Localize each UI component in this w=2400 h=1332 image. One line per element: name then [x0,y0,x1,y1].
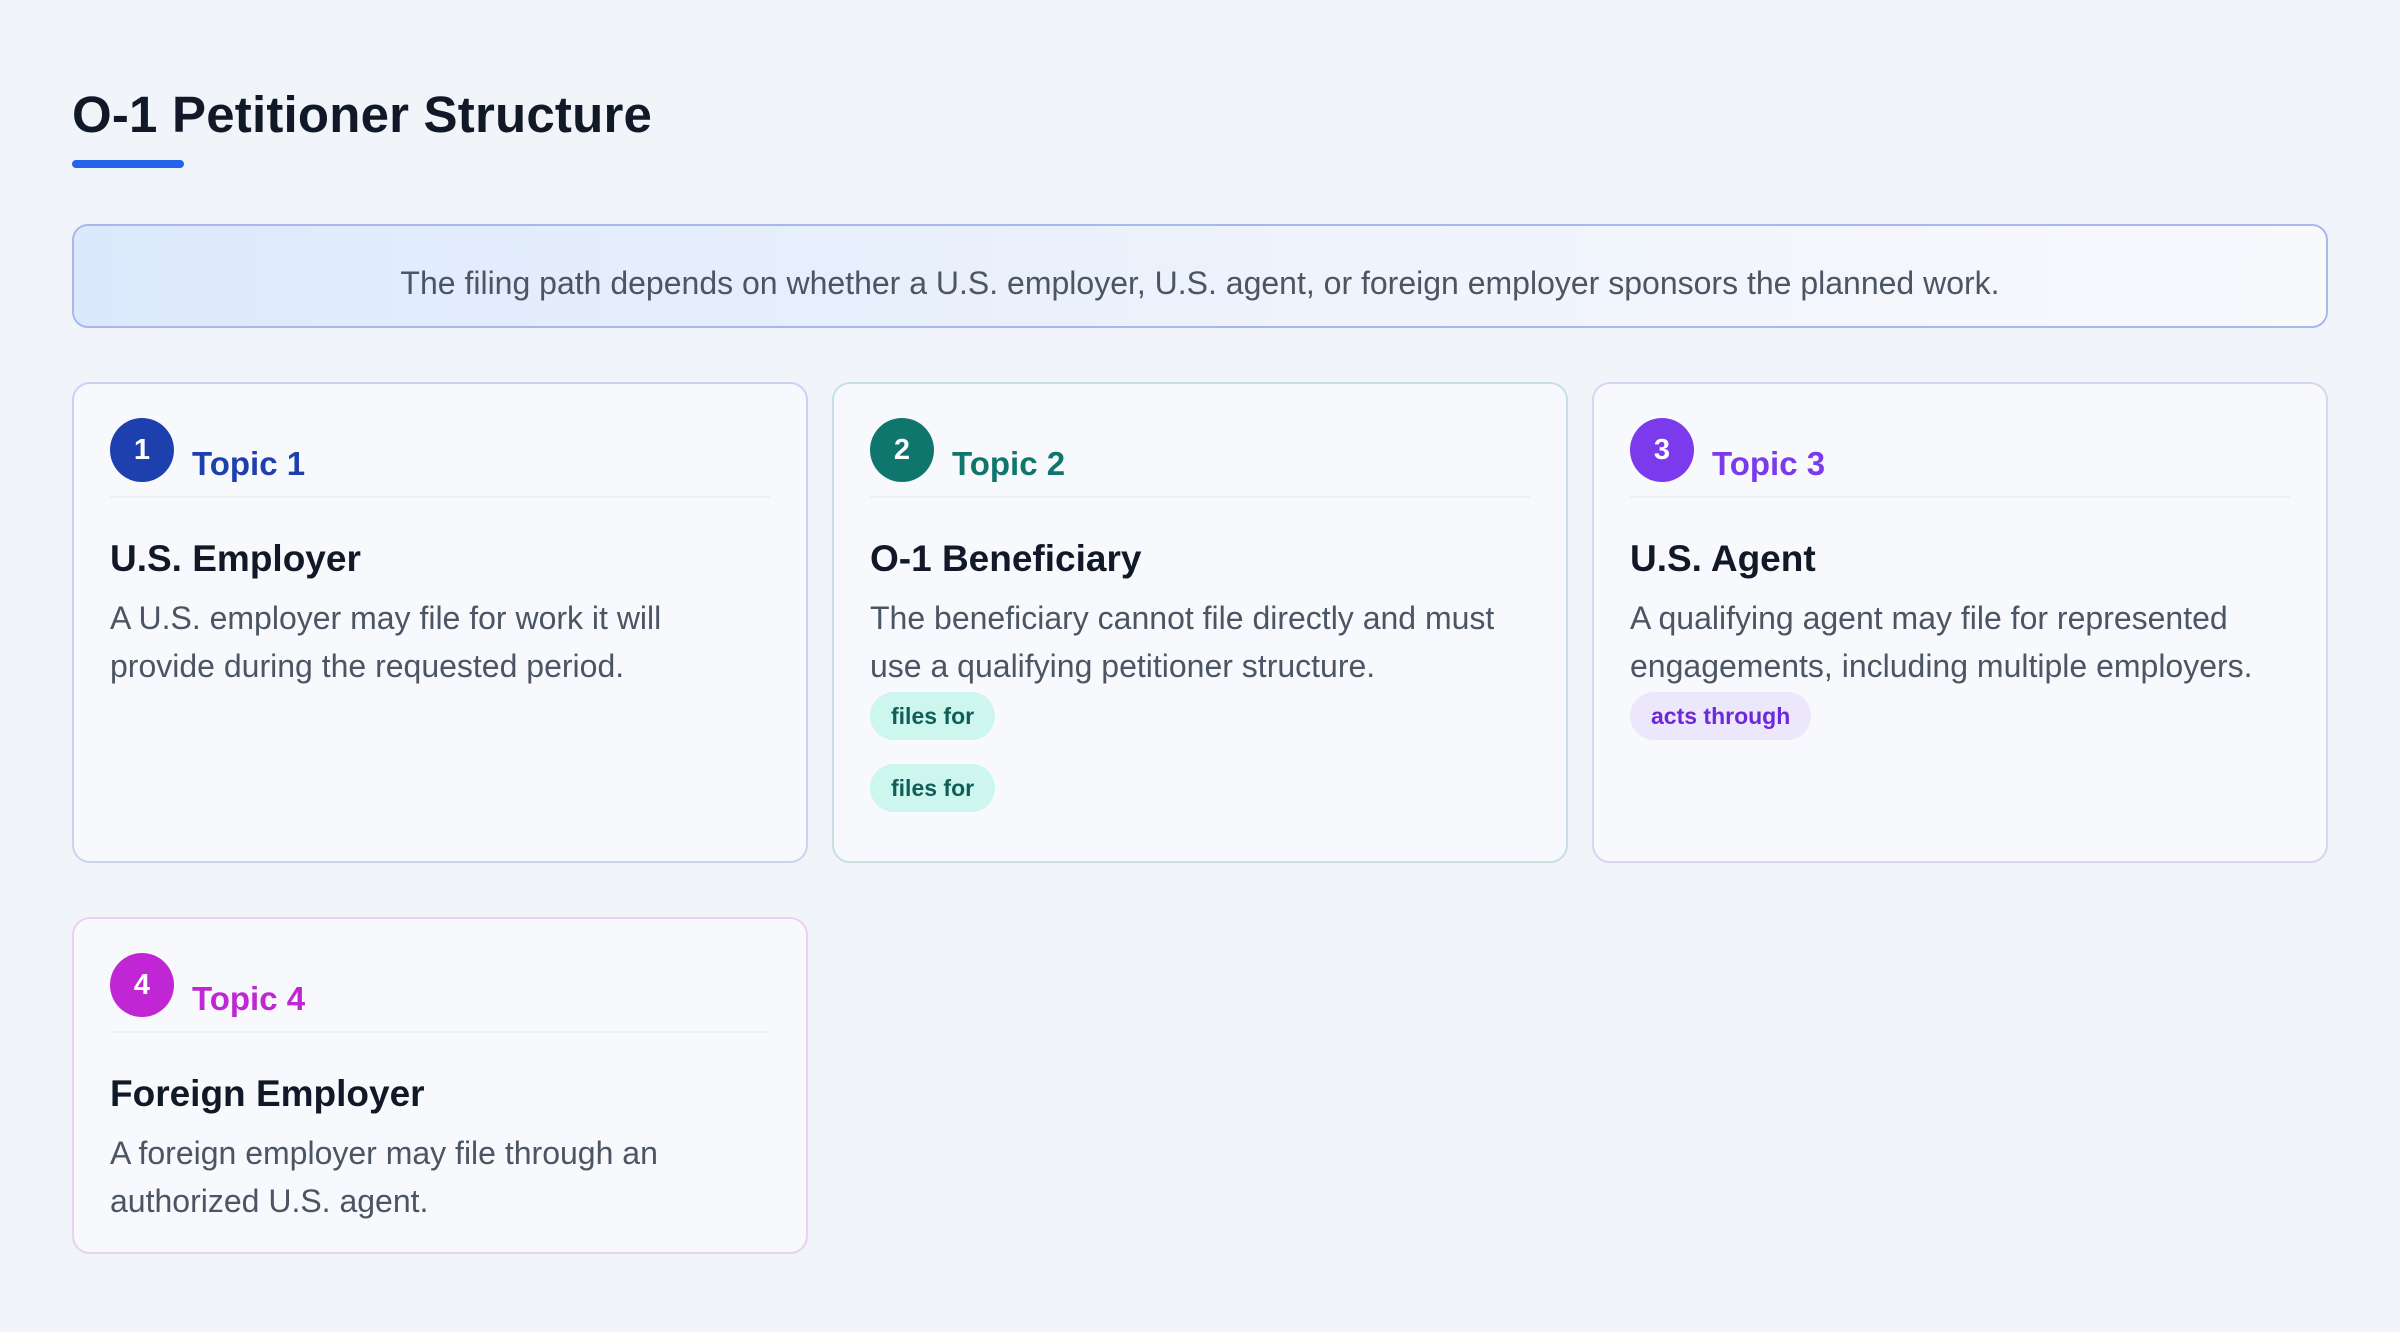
card-header: 1 Topic 1 [110,418,770,498]
topic-grid: 1 Topic 1 U.S. Employer A U.S. employer … [72,382,2328,1254]
card-title: O-1 Beneficiary [870,538,1142,579]
title-underline [72,160,184,168]
topic-label: Topic 2 [952,445,1066,482]
intro-text: The filing path depends on whether a U.S… [400,264,2000,301]
topic-label: Topic 3 [1712,445,1826,482]
topic-number-badge: 4 [110,953,174,1017]
card-description: A foreign employer may file through an a… [110,1135,658,1219]
card-header: 3 Topic 3 [1630,418,2290,498]
topic-label: Topic 4 [192,980,306,1017]
relation-chips: files for files for [870,692,1530,812]
relation-chips: acts through [1630,692,2290,740]
topic-label: Topic 1 [192,445,306,482]
topic-number-badge: 2 [870,418,934,482]
topic-card-us-agent: 3 Topic 3 U.S. Agent A qualifying agent … [1592,382,2328,863]
card-title: U.S. Employer [110,538,361,579]
card-header: 2 Topic 2 [870,418,1530,498]
topic-card-us-employer: 1 Topic 1 U.S. Employer A U.S. employer … [72,382,808,863]
card-header: 4 Topic 4 [110,953,770,1033]
topic-card-foreign-employer: 4 Topic 4 Foreign Employer A foreign emp… [72,917,808,1254]
relation-chip: files for [870,764,996,812]
relation-chip: acts through [1630,692,1812,740]
card-description: A qualifying agent may file for represen… [1630,600,2253,684]
relation-chip: files for [870,692,996,740]
card-title: U.S. Agent [1630,538,1816,579]
card-title: Foreign Employer [110,1073,425,1114]
topic-number-badge: 3 [1630,418,1694,482]
page-title: O-1 Petitioner Structure [72,86,653,143]
card-description: The beneficiary cannot file directly and… [870,600,1495,684]
topic-card-o1-beneficiary: 2 Topic 2 O-1 Beneficiary The beneficiar… [832,382,1568,863]
page: O-1 Petitioner Structure The filing path… [0,0,2400,1332]
intro-banner: The filing path depends on whether a U.S… [72,224,2328,328]
card-description: A U.S. employer may file for work it wil… [110,600,662,684]
topic-number-badge: 1 [110,418,174,482]
